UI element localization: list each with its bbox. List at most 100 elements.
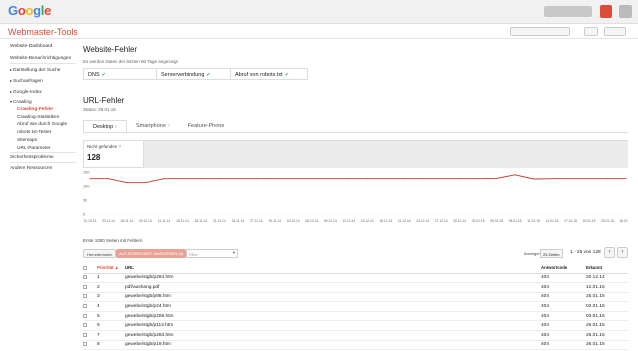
row-url[interactable]: gewebe/stgb/p259.htm xyxy=(125,311,541,322)
sidebar-divider xyxy=(10,152,76,153)
x-tick-label: 21.12.14 xyxy=(398,219,411,223)
table-row[interactable]: 8 gewebe/stgb/p19.htm 404 26.01.15 xyxy=(83,340,628,351)
data-point xyxy=(459,178,461,180)
row-priority: 4 xyxy=(97,301,125,312)
table-row[interactable]: 5 gewebe/stgb/p259.htm 404 03.01.15 xyxy=(83,311,628,322)
help-button[interactable] xyxy=(584,27,598,36)
x-tick-label: 30.11.14 xyxy=(269,219,282,223)
sidebar-item[interactable]: URL-Parameter xyxy=(17,146,51,151)
row-url[interactable]: pdf/aushang.pdf xyxy=(125,282,541,293)
rows-label: Anzeigen xyxy=(524,251,541,256)
dns-status-cell: DNS ✔ xyxy=(84,69,157,79)
account-button[interactable] xyxy=(544,6,592,17)
x-tick-label: 23.01.15 xyxy=(601,219,614,223)
row-code: 404 xyxy=(541,282,586,293)
tab-feature-phone[interactable]: Feature-Phone xyxy=(179,120,234,132)
sidebar-item[interactable]: ▸Darstellung der Suche xyxy=(10,67,60,73)
sidebar-item[interactable]: Andere Ressourcen xyxy=(10,166,52,171)
row-checkbox[interactable] xyxy=(83,284,87,289)
url-errors-title: URL-Fehler xyxy=(83,96,125,105)
row-checkbox-cell xyxy=(83,292,97,303)
next-page-icon[interactable]: › xyxy=(617,247,628,258)
x-tick-label: 20.01.15 xyxy=(583,219,596,223)
row-url[interactable]: gewebe/stgb/p24.htm xyxy=(125,301,541,312)
data-point xyxy=(551,178,553,180)
sidebar-item[interactable]: ▸Google-Index xyxy=(10,89,42,95)
x-tick-label: 27.12.14 xyxy=(435,219,448,223)
row-checkbox[interactable] xyxy=(83,332,87,337)
row-url[interactable]: gewebe/stgb/p113.htm xyxy=(125,320,541,332)
brand-title[interactable]: Webmaster-Tools xyxy=(8,27,78,37)
site-select-button[interactable] xyxy=(510,27,570,36)
row-checkbox[interactable] xyxy=(83,303,87,308)
help-icon[interactable]: ? xyxy=(167,123,169,128)
row-checkbox[interactable] xyxy=(83,294,87,299)
row-date: 12.01.15 xyxy=(586,282,628,293)
server-connection-status-cell: Serververbindung ✔ xyxy=(157,69,231,79)
sidebar-item[interactable]: Website-Dashboard xyxy=(10,44,52,49)
chevron-down-icon[interactable]: ▼ xyxy=(232,250,236,255)
sidebar-item[interactable]: Crawling-Fehler xyxy=(17,107,53,112)
table-row[interactable]: 7 gewebe/stgb/p283.htm 404 26.01.15 xyxy=(83,330,628,341)
mark-fixed-button[interactable]: ALS KORRIGIERT MARKIEREN (0) xyxy=(116,249,187,258)
select-all-checkbox[interactable] xyxy=(83,265,87,270)
not-found-summary-box[interactable]: Nicht gefunden ? 128 xyxy=(83,140,144,168)
x-tick-label: 09.12.14 xyxy=(324,219,337,223)
avatar[interactable] xyxy=(619,5,632,18)
row-date: 02.01.15 xyxy=(586,301,628,312)
url-table: Priorität ▲ URL Antwortcode Erkannt 1 gew… xyxy=(83,262,628,351)
help-icon[interactable]: ? xyxy=(119,144,122,149)
filter-input[interactable]: Filter xyxy=(186,249,238,258)
row-priority: 6 xyxy=(97,320,125,332)
settings-button[interactable] xyxy=(604,27,626,36)
row-checkbox[interactable] xyxy=(83,323,87,328)
data-point xyxy=(311,178,313,180)
triangle-down-icon: ▾ xyxy=(10,99,13,104)
sidebar-item[interactable]: ▸Suchanfragen xyxy=(10,78,43,84)
row-checkbox-cell xyxy=(83,320,97,332)
sidebar-item[interactable]: Website-Benachrichtigungen xyxy=(10,56,71,61)
row-checkbox[interactable] xyxy=(83,275,87,280)
data-point xyxy=(588,178,590,180)
row-checkbox[interactable] xyxy=(83,342,87,347)
row-url[interactable]: gewebe/stgb/p283.htm xyxy=(125,330,541,341)
select-all-checkbox-cell xyxy=(83,262,97,274)
sidebar-item[interactable]: Sicherheitsprobleme xyxy=(10,155,54,160)
url-column-header[interactable]: URL xyxy=(125,262,541,274)
sidebar-item[interactable]: ▾Crawling xyxy=(10,99,32,105)
data-point xyxy=(163,178,165,180)
table-row[interactable]: 4 gewebe/stgb/p24.htm 404 02.01.15 xyxy=(83,301,628,312)
table-row[interactable]: 3 gewebe/stgb/p88.htm 404 25.01.15 xyxy=(83,292,628,303)
triangle-right-icon: ▸ xyxy=(10,78,13,83)
row-url[interactable]: gewebe/stgb/p19.htm xyxy=(125,340,541,351)
google-logo[interactable]: Google xyxy=(8,3,51,18)
sidebar-item[interactable]: robots.txt-Tester xyxy=(17,130,51,135)
sidebar-item[interactable]: Sitemaps xyxy=(17,138,37,143)
x-tick-label: 11.01.15 xyxy=(527,219,540,223)
sidebar-item[interactable]: Crawling-Statistiken xyxy=(17,115,59,120)
priority-column-header[interactable]: Priorität ▲ xyxy=(97,262,125,274)
sidebar-item[interactable]: Abruf wie durch Google xyxy=(17,122,67,127)
rows-per-page-select[interactable]: 25 Zeilen xyxy=(540,249,563,258)
prev-page-icon[interactable]: ‹ xyxy=(604,247,615,258)
table-row[interactable]: 2 pdf/aushang.pdf 404 12.01.15 xyxy=(83,282,628,293)
code-column-header[interactable]: Antwortcode xyxy=(541,262,586,274)
table-row[interactable]: 1 gewebe/stgb/p284.htm 404 20.12.14 xyxy=(83,273,628,284)
download-button[interactable]: Herunterladen xyxy=(83,249,117,258)
data-point xyxy=(126,182,128,184)
row-checkbox[interactable] xyxy=(83,313,87,318)
tab-smartphone[interactable]: Smartphone ? xyxy=(127,120,179,132)
data-point xyxy=(533,178,535,180)
x-tick-label: 30.12.14 xyxy=(453,219,466,223)
row-url[interactable]: gewebe/stgb/p88.htm xyxy=(125,292,541,303)
tab-desktop[interactable]: Desktop ? xyxy=(83,120,127,132)
help-icon[interactable]: ? xyxy=(115,124,117,129)
row-code: 404 xyxy=(541,273,586,284)
row-url[interactable]: gewebe/stgb/p284.htm xyxy=(125,273,541,284)
x-tick-label: 03.11.14 xyxy=(102,219,115,223)
date-column-header[interactable]: Erkannt xyxy=(586,262,628,274)
share-button[interactable] xyxy=(600,5,612,18)
table-row[interactable]: 6 gewebe/stgb/p113.htm 404 26.01.15 xyxy=(83,320,628,332)
data-point xyxy=(274,178,276,180)
x-tick-label: 12.12.14 xyxy=(342,219,355,223)
